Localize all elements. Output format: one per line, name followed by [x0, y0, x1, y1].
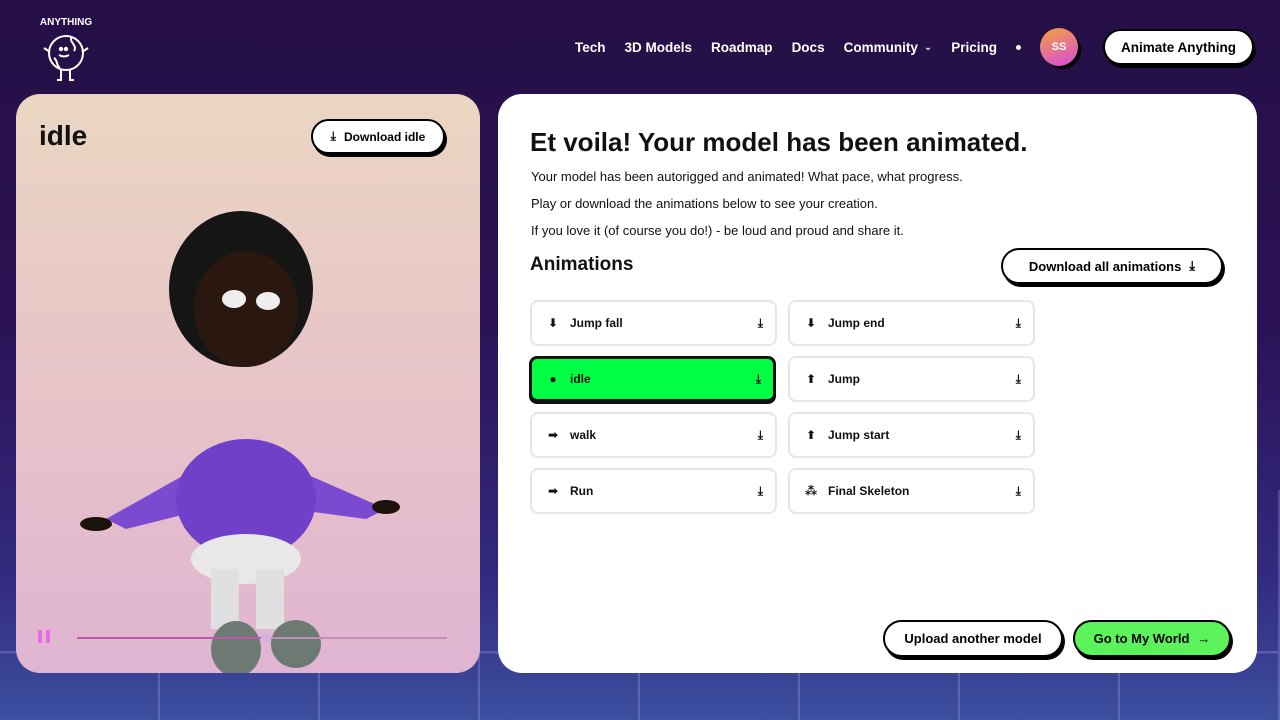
top-nav: Tech 3D Models Roadmap Docs Community ⌄ P… [575, 28, 1254, 66]
nav-community[interactable]: Community ⌄ [844, 40, 933, 55]
animations-heading: Animations [530, 254, 634, 275]
animation-tile[interactable]: ⬆ Jump ⤓ [788, 356, 1035, 402]
animation-label: Jump [828, 372, 861, 386]
download-icon[interactable]: ⤓ [758, 428, 763, 443]
pause-button[interactable] [38, 630, 50, 643]
download-icon[interactable]: ⤓ [1016, 484, 1021, 499]
avatar[interactable]: SS [1039, 28, 1078, 66]
page-title: Et voila! Your model has been animated. [530, 127, 1028, 157]
go-label: Go to My World [1093, 631, 1190, 646]
download-icon[interactable]: ⤓ [756, 372, 761, 387]
animation-label: Run [570, 484, 594, 498]
animation-label: walk [570, 428, 597, 442]
animation-tile[interactable]: ⬇ Jump fall ⤓ [530, 300, 777, 346]
playback-slider[interactable] [77, 633, 447, 643]
nav-community-label: Community [843, 39, 918, 55]
animate-anything-button[interactable]: Animate Anything [1102, 29, 1254, 65]
animation-tile[interactable]: ➡ Run ⤓ [530, 468, 777, 514]
upload-another-model-button[interactable]: Upload another model [883, 620, 1063, 657]
arrow-right-icon: → [1197, 631, 1211, 646]
skeleton-icon: ⁂ [804, 484, 818, 498]
run-arrow-icon: ➡ [547, 484, 559, 498]
intro-line: Your model has been autorigged and anima… [531, 169, 963, 184]
nav-dot [1015, 44, 1021, 50]
go-to-my-world-button[interactable]: Go to My World → [1073, 620, 1231, 657]
animation-tile[interactable]: ⁂ Final Skeleton ⤓ [788, 468, 1035, 514]
animation-label: Jump end [828, 316, 885, 330]
animation-tile[interactable]: ● idle ⤓ [529, 356, 776, 402]
download-icon[interactable]: ⤓ [1016, 372, 1021, 387]
jump-end-icon: ⬇ [805, 316, 817, 330]
download-icon: ⤓ [330, 129, 336, 143]
jump-start-icon: ⬆ [805, 428, 817, 442]
intro-line: Play or download the animations below to… [531, 196, 878, 211]
nav-docs[interactable]: Docs [792, 40, 825, 55]
download-icon: ⤓ [1189, 258, 1196, 273]
download-icon[interactable]: ⤓ [1016, 316, 1021, 331]
download-icon[interactable]: ⤓ [758, 316, 763, 331]
download-icon[interactable]: ⤓ [1016, 428, 1021, 443]
download-all-label: Download all animations [1028, 258, 1182, 274]
animation-tile[interactable]: ➡ walk ⤓ [530, 412, 777, 458]
animation-label: Final Skeleton [828, 484, 910, 498]
download-icon[interactable]: ⤓ [758, 484, 763, 499]
playback-handle[interactable] [260, 633, 271, 643]
animation-tile[interactable]: ⬇ Jump end ⤓ [788, 300, 1035, 346]
animation-label: idle [570, 372, 591, 386]
download-all-button[interactable]: Download all animations ⤓ [1001, 248, 1223, 284]
animation-tile[interactable]: ⬆ Jump start ⤓ [788, 412, 1035, 458]
arrow-right-icon: ➡ [547, 428, 559, 442]
pause-icon-bar [38, 630, 42, 643]
nav-tech[interactable]: Tech [575, 40, 606, 55]
preview-panel: idle ⤓ Download idle [16, 94, 480, 673]
anything-logo[interactable]: ANYTHING [26, 8, 106, 88]
jump-fall-icon: ⬇ [547, 316, 559, 330]
pause-icon-bar [46, 630, 50, 643]
playback-progress [77, 637, 266, 639]
download-idle-button[interactable]: ⤓ Download idle [311, 119, 445, 154]
nav-pricing[interactable]: Pricing [951, 40, 997, 55]
character-model[interactable] [66, 189, 426, 673]
result-panel: Et voila! Your model has been animated. … [498, 94, 1257, 673]
download-idle-label: Download idle [343, 129, 426, 144]
nav-roadmap[interactable]: Roadmap [711, 40, 773, 55]
animation-label: Jump fall [570, 316, 623, 330]
intro-line: If you love it (of course you do!) - be … [531, 223, 904, 238]
svg-text:ANYTHING: ANYTHING [40, 17, 92, 28]
preview-title: idle [39, 120, 88, 151]
location-pin-icon: ● [549, 372, 557, 386]
nav-3d-models[interactable]: 3D Models [625, 40, 693, 55]
animation-label: Jump start [828, 428, 890, 442]
chevron-down-icon: ⌄ [923, 41, 933, 53]
jump-icon: ⬆ [805, 372, 817, 386]
